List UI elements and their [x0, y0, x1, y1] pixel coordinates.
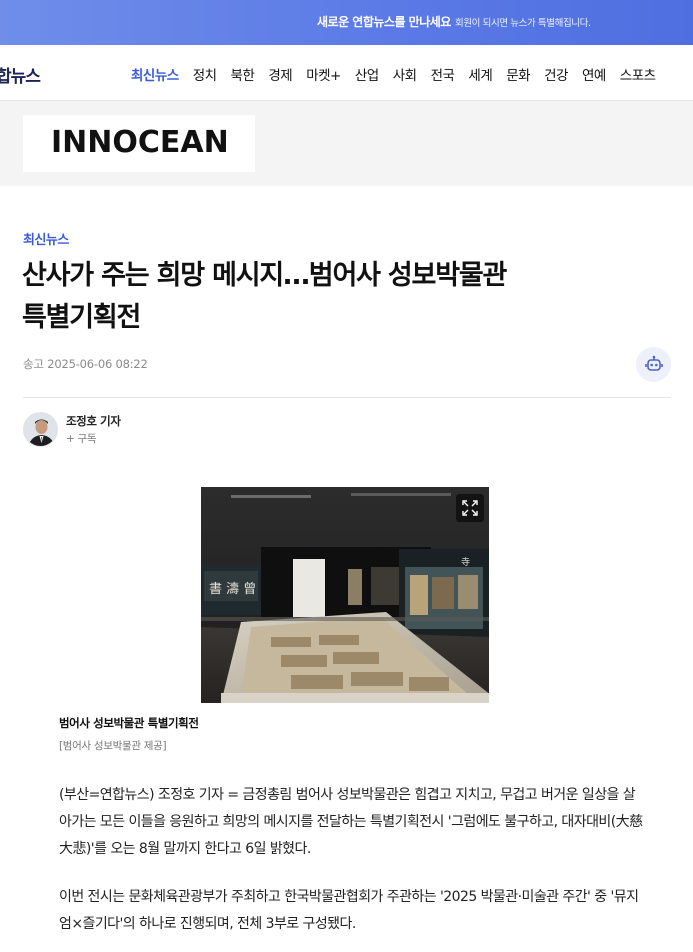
header-divider [23, 397, 671, 398]
menu-item-entertainment[interactable]: 연예 [582, 64, 606, 84]
reporter-photo-icon [24, 413, 57, 446]
article-title: 산사가 주는 희망 메시지…범어사 성보박물관 특별기획전 [22, 255, 642, 339]
promo-subtitle: 회원이 되시면 뉴스가 특별해집니다. [455, 18, 591, 29]
site-logo[interactable]: 합뉴스 [0, 62, 41, 87]
promo-banner[interactable]: 새로운 연합뉴스를 만나세요 회원이 되시면 뉴스가 특별해집니다. [0, 0, 693, 45]
article-title-line1: 산사가 주는 희망 메시지…범어사 성보박물관 [22, 260, 507, 291]
ai-summary-button[interactable] [636, 347, 671, 382]
menu-item-industry[interactable]: 산업 [355, 64, 379, 84]
article-category[interactable]: 최신뉴스 [23, 229, 69, 248]
category-menu: 최신뉴스 정치 북한 경제 마켓+ 산업 사회 전국 세계 문화 건강 연예 스… [131, 64, 670, 84]
article-photo[interactable]: 書 濤 曾 寺 [201, 487, 489, 703]
menu-item-society[interactable]: 사회 [393, 64, 417, 84]
svg-text:寺: 寺 [461, 557, 470, 568]
reporter-avatar[interactable] [23, 412, 58, 447]
ad-banner[interactable]: INNOCEAN [23, 115, 255, 172]
menu-item-north-korea[interactable]: 북한 [231, 64, 255, 84]
svg-text:書 濤 曾: 書 濤 曾 [209, 582, 256, 597]
ad-band: INNOCEAN [0, 101, 693, 186]
robot-icon [644, 355, 663, 371]
article-paragraph: 이번 전시는 문화체육관광부가 주최하고 한국박물관협회가 주관하는 '2025… [59, 889, 639, 932]
menu-item-world[interactable]: 세계 [468, 64, 492, 84]
museum-exhibition-image: 書 濤 曾 寺 [201, 487, 489, 703]
menu-item-health[interactable]: 건강 [544, 64, 568, 84]
sent-time: 2025-06-06 08:22 [47, 357, 148, 371]
promo-title[interactable]: 새로운 연합뉴스를 만나세요 [317, 13, 451, 30]
expand-photo-button[interactable] [456, 494, 484, 522]
reporter-name[interactable]: 조정호 기자 [66, 413, 121, 429]
menu-item-nation[interactable]: 전국 [431, 64, 455, 84]
photo-credit: [범어사 성보박물관 제공] [59, 740, 167, 752]
photo-caption: 범어사 성보박물관 특별기획전 [59, 716, 199, 730]
article-title-line2: 특별기획전 [22, 302, 141, 333]
expand-icon [462, 500, 478, 516]
sent-label: 송고 [23, 357, 44, 371]
article-meta: 송고 2025-06-06 08:22 [23, 356, 148, 372]
menu-item-politics[interactable]: 정치 [193, 64, 217, 84]
menu-item-economy[interactable]: 경제 [268, 64, 292, 84]
article-paragraph: (부산=연합뉴스) 조정호 기자 = 금정총림 범어사 성보박물관은 힘겹고 지… [59, 787, 643, 857]
subscribe-button[interactable]: + 구독 [66, 431, 97, 446]
global-nav: 합뉴스 최신뉴스 정치 북한 경제 마켓+ 산업 사회 전국 세계 문화 건강 … [0, 45, 693, 101]
menu-item-culture[interactable]: 문화 [506, 64, 530, 84]
ad-brand-logo: INNOCEAN [51, 125, 229, 160]
menu-item-market[interactable]: 마켓+ [306, 64, 341, 84]
menu-item-latest[interactable]: 최신뉴스 [131, 64, 179, 84]
menu-item-sports[interactable]: 스포츠 [620, 64, 656, 84]
